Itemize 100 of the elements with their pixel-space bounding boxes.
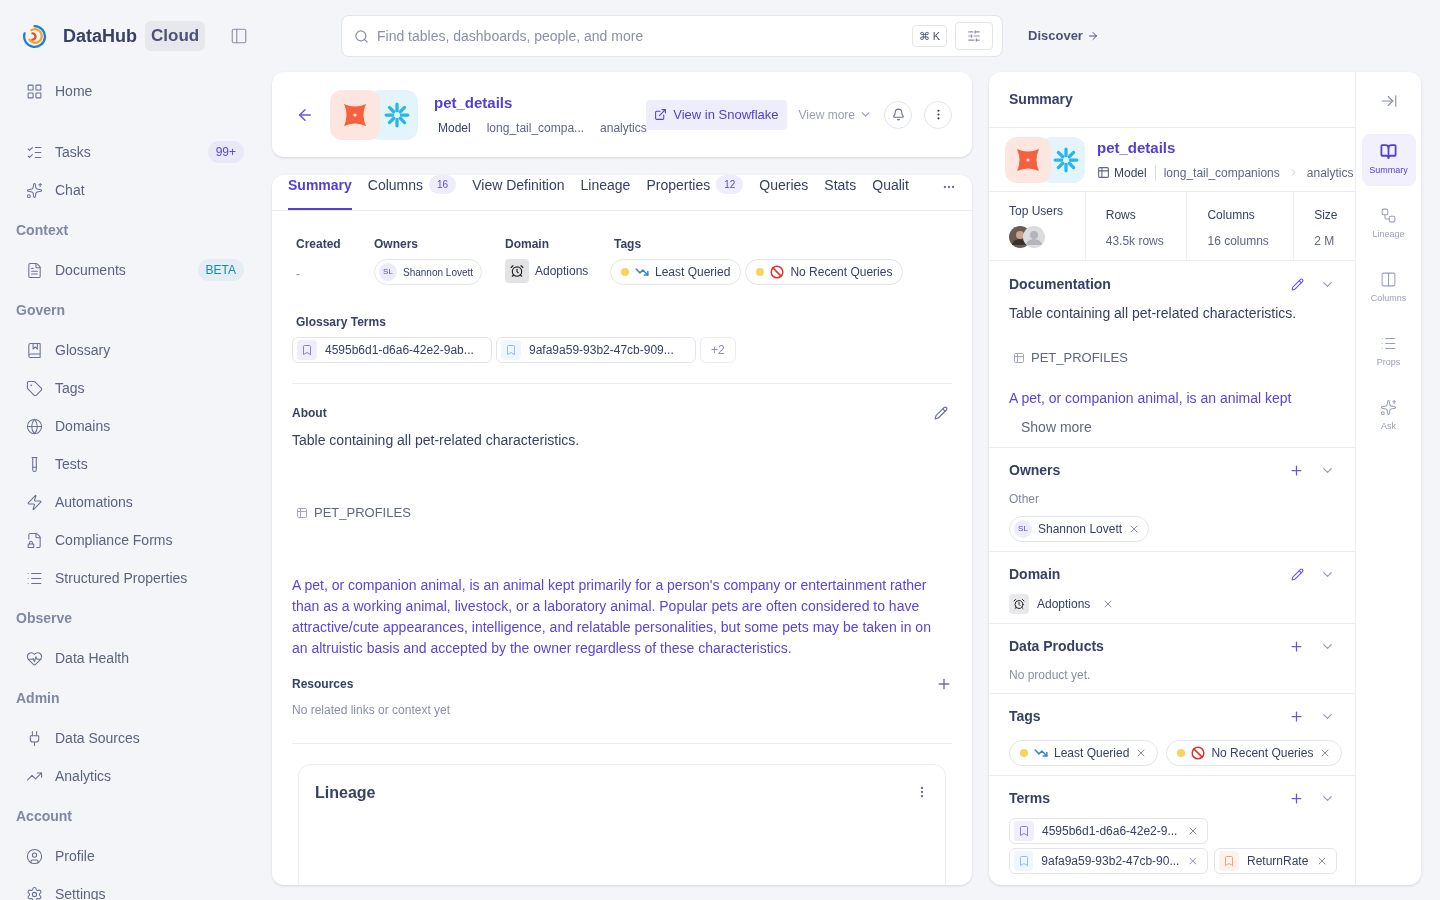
stat-value: 43.5k rows	[1105, 233, 1165, 250]
description-text: Table containing all pet-related characteristics.	[292, 431, 581, 450]
nav-item[interactable]: Tags	[16, 369, 248, 407]
user-icon	[26, 847, 43, 865]
tag-icon	[26, 379, 43, 397]
nav-item[interactable]: Home	[16, 72, 248, 110]
collapse-icon[interactable]	[1379, 92, 1398, 110]
book-icon	[1380, 142, 1397, 160]
nav-item[interactable]: Glossary	[16, 331, 248, 369]
section-title: About	[292, 405, 327, 422]
nav-item[interactable]: Data Sources	[16, 719, 248, 757]
globe-icon	[26, 417, 43, 435]
tag-chip[interactable]: Least Queried	[610, 259, 742, 285]
breadcrumb-link[interactable]: analytics	[1306, 163, 1354, 182]
nav-item[interactable]: Tests	[16, 445, 248, 483]
brand-name: DataHub	[63, 24, 137, 48]
side-tab[interactable]: Summary	[1361, 134, 1416, 186]
table-reference: PET_PROFILES	[314, 504, 411, 522]
datahub-logo	[22, 23, 47, 49]
nav-item[interactable]: Chat	[16, 171, 248, 209]
tab[interactable]: Qualit	[872, 175, 909, 210]
stat-label: Top Users	[1009, 203, 1065, 220]
domain-name[interactable]: Adoptions	[535, 262, 589, 280]
stat-label: Rows	[1105, 207, 1137, 224]
tab[interactable]: View Definition	[472, 175, 565, 210]
term-chip[interactable]: 9afa9a59-93b2-47cb-909...	[496, 337, 696, 363]
sparkle-icon	[1380, 398, 1397, 416]
documentation-text: Table containing all pet-related characteristics.	[1009, 304, 1298, 323]
filter-button[interactable]	[955, 22, 993, 50]
domain-name[interactable]: Adoptions	[1037, 594, 1091, 613]
stat-value: 16 columns	[1207, 233, 1270, 250]
sliders-icon	[967, 29, 981, 43]
nav-item[interactable]: Documents BETA	[16, 251, 248, 289]
discover-link[interactable]: Discover	[1028, 26, 1099, 46]
view-in-snowflake-button[interactable]: View in Snowflake	[646, 99, 787, 130]
edit-icon[interactable]	[934, 406, 948, 420]
nav-item[interactable]: Compliance Forms	[16, 521, 248, 559]
tag-chip[interactable]: Least Queried	[1009, 739, 1159, 766]
field-label: Created	[296, 236, 342, 253]
term-chip[interactable]: 4595b6d1-d6a6-42e2-9...	[1009, 817, 1208, 844]
section-title: Data Products	[1009, 637, 1104, 656]
owner-chip[interactable]: SL Shannon Lovett	[1009, 515, 1150, 542]
breadcrumb-link[interactable]: long_tail_companions	[1163, 163, 1280, 182]
add-icon[interactable]	[1289, 639, 1304, 654]
falling-chart-icon	[635, 265, 649, 279]
nav-item[interactable]: Automations	[16, 483, 248, 521]
remove-icon[interactable]	[1187, 854, 1199, 867]
tab[interactable]: Properties 12	[646, 175, 744, 210]
add-icon[interactable]	[1289, 463, 1304, 478]
edition-badge: Cloud	[145, 21, 206, 51]
nav-item[interactable]: Tasks 99+	[16, 133, 248, 171]
owner-chip[interactable]: SL Shannon Lovett	[374, 259, 483, 285]
bell-icon	[891, 108, 905, 121]
term-chip[interactable]: 4595b6d1-d6a6-42e2-9ab...	[292, 337, 492, 363]
nav-item[interactable]: Structured Properties	[16, 559, 248, 597]
tag-chip[interactable]: No Recent Queries	[745, 259, 904, 285]
x-logo	[1005, 136, 1051, 183]
section-title: Terms	[1009, 789, 1050, 808]
tab[interactable]: Lineage	[580, 175, 631, 210]
empty-text: No related links or context yet	[292, 700, 952, 744]
documentation-text: A pet, or companion animal, is an animal kept	[1009, 388, 1293, 408]
tab[interactable]: Columns 16	[367, 175, 457, 210]
alarm-clock-icon	[1009, 593, 1029, 614]
add-icon[interactable]	[1289, 791, 1304, 806]
field-label: Glossary Terms	[295, 314, 387, 331]
sparkle-icon	[26, 181, 43, 199]
section-heading: Admin	[16, 688, 61, 708]
heart-pulse-icon	[26, 649, 43, 667]
book-icon	[26, 341, 43, 359]
breadcrumb-link[interactable]: long_tail_compa...	[486, 118, 585, 137]
search-input[interactable]: Find tables, dashboards, people, and more	[377, 25, 882, 47]
tag-chip[interactable]: No Recent Queries	[1166, 739, 1343, 766]
sidebar-toggle-icon[interactable]	[230, 27, 248, 45]
term-chip[interactable]: ReturnRate	[1214, 847, 1338, 874]
add-icon[interactable]	[1289, 709, 1304, 724]
tab[interactable]: Summary	[288, 175, 352, 210]
grid-icon	[26, 82, 43, 100]
term-chip[interactable]: 9afa9a59-93b2-47cb-90...	[1009, 847, 1208, 874]
section-title: Domain	[1009, 565, 1061, 584]
edit-icon[interactable]	[1291, 568, 1304, 581]
card-title: Lineage	[315, 782, 376, 803]
tab[interactable]: Queries	[759, 175, 809, 210]
field-label: Domain	[505, 236, 550, 253]
tab[interactable]: Stats	[824, 175, 857, 210]
alarm-clock-icon	[505, 259, 529, 283]
columns-icon	[1380, 270, 1397, 288]
nav-item[interactable]: Profile	[16, 837, 248, 875]
entity-type: Model	[1114, 164, 1147, 182]
owner-group-label: Other	[1009, 490, 1040, 508]
entity-title[interactable]: pet_details	[1097, 137, 1354, 160]
more-terms-count[interactable]: +2	[700, 337, 736, 363]
nav-badge: BETA	[197, 259, 244, 281]
nav-item[interactable]: Analytics	[16, 757, 248, 795]
breadcrumb-link[interactable]: analytics	[600, 118, 647, 137]
nav-item[interactable]: Domains	[16, 407, 248, 445]
nav-item[interactable]: Data Health	[16, 639, 248, 677]
stat-label: Columns	[1207, 207, 1256, 224]
edit-icon[interactable]	[1291, 277, 1304, 291]
show-more-link[interactable]: Show more	[1021, 416, 1335, 438]
entity-title[interactable]: pet_details	[434, 92, 635, 115]
